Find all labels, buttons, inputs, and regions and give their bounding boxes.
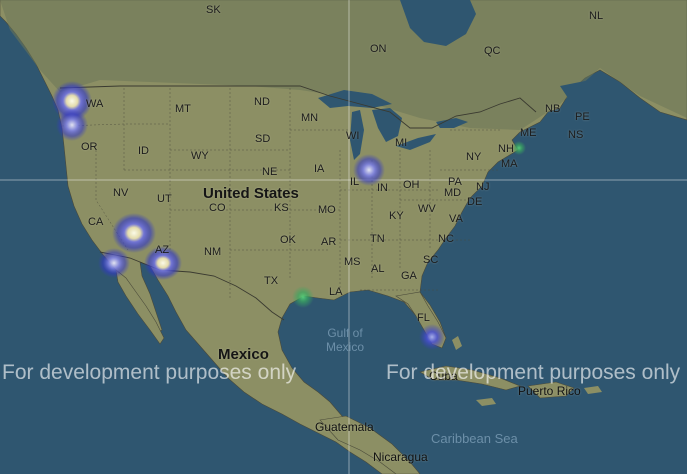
label-united-states: United States xyxy=(203,185,299,202)
label-wv: WV xyxy=(418,203,436,215)
watermark-left: For development purposes only xyxy=(2,361,297,384)
label-sd: SD xyxy=(255,133,271,145)
label-ga: GA xyxy=(401,270,417,282)
label-nh: NH xyxy=(498,143,514,155)
heat-point-boston xyxy=(512,141,526,155)
label-id: ID xyxy=(138,145,149,157)
label-mexico: Mexico xyxy=(218,346,269,363)
label-sk: SK xyxy=(206,4,221,16)
label-qc: QC xyxy=(484,45,501,57)
label-wi: WI xyxy=(346,130,360,142)
label-tn: TN xyxy=(370,233,385,245)
label-ms: MS xyxy=(344,256,361,268)
label-ns: NS xyxy=(568,129,584,141)
label-md: MD xyxy=(444,187,462,199)
label-mt: MT xyxy=(175,103,191,115)
label-ma: MA xyxy=(501,158,518,170)
label-nm: NM xyxy=(204,246,222,258)
label-nl: NL xyxy=(589,10,604,22)
label-mi: MI xyxy=(395,137,408,149)
label-gulf-of-mexico: Gulf of Mexico xyxy=(326,326,365,354)
label-de: DE xyxy=(467,196,483,208)
watermark-right: For development purposes only xyxy=(386,361,681,384)
label-ut: UT xyxy=(157,193,172,205)
heat-point-portland xyxy=(56,109,88,141)
label-in: IN xyxy=(377,182,388,194)
label-nj: NJ xyxy=(476,181,490,193)
label-guatemala: Guatemala xyxy=(315,420,374,434)
label-la: LA xyxy=(329,286,343,298)
label-nc: NC xyxy=(438,233,454,245)
heat-point-bay-area xyxy=(112,213,156,253)
label-mn: MN xyxy=(301,112,319,124)
label-caribbean-sea: Caribbean Sea xyxy=(431,431,518,446)
label-sc: SC xyxy=(423,254,439,266)
label-nb: NB xyxy=(545,103,561,115)
label-fl: FL xyxy=(417,312,430,324)
label-ia: IA xyxy=(314,163,325,175)
label-oh: OH xyxy=(403,179,420,191)
heat-point-los-angeles xyxy=(98,248,130,278)
label-ok: OK xyxy=(280,234,296,246)
label-on: ON xyxy=(370,43,387,55)
label-or: OR xyxy=(81,141,98,153)
label-me: ME xyxy=(520,127,537,139)
label-il: IL xyxy=(350,176,360,188)
heat-point-houston xyxy=(292,286,314,308)
label-ks: KS xyxy=(274,202,289,214)
label-wy: WY xyxy=(191,150,209,162)
label-nv: NV xyxy=(113,187,129,199)
label-co: CO xyxy=(209,202,226,214)
map-canvas[interactable] xyxy=(0,0,687,474)
heat-point-miami xyxy=(419,324,445,350)
label-va: VA xyxy=(449,213,463,225)
label-tx: TX xyxy=(264,275,279,287)
label-pe: PE xyxy=(575,111,590,123)
label-nicaragua: Nicaragua xyxy=(373,450,428,464)
label-az: AZ xyxy=(155,244,170,256)
label-ny: NY xyxy=(466,151,482,163)
label-al: AL xyxy=(371,263,385,275)
label-ky: KY xyxy=(389,210,404,222)
label-wa: WA xyxy=(86,98,104,110)
label-ca: CA xyxy=(88,216,104,228)
label-ar: AR xyxy=(321,236,337,248)
label-nd: ND xyxy=(254,96,270,108)
label-mo: MO xyxy=(318,204,336,216)
label-ne: NE xyxy=(262,166,278,178)
label-puerto-rico: Puerto Rico xyxy=(518,384,581,398)
